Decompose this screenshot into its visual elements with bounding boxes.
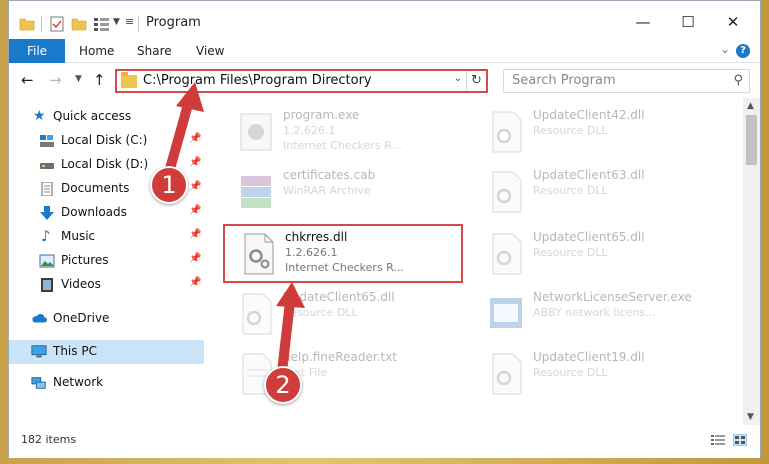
step-badge-1: 1 [150, 166, 188, 204]
step-badge-2: 2 [264, 366, 302, 404]
arrow-1 [163, 82, 204, 181]
arrow-2 [276, 282, 305, 377]
annotation-overlay [163, 82, 305, 377]
